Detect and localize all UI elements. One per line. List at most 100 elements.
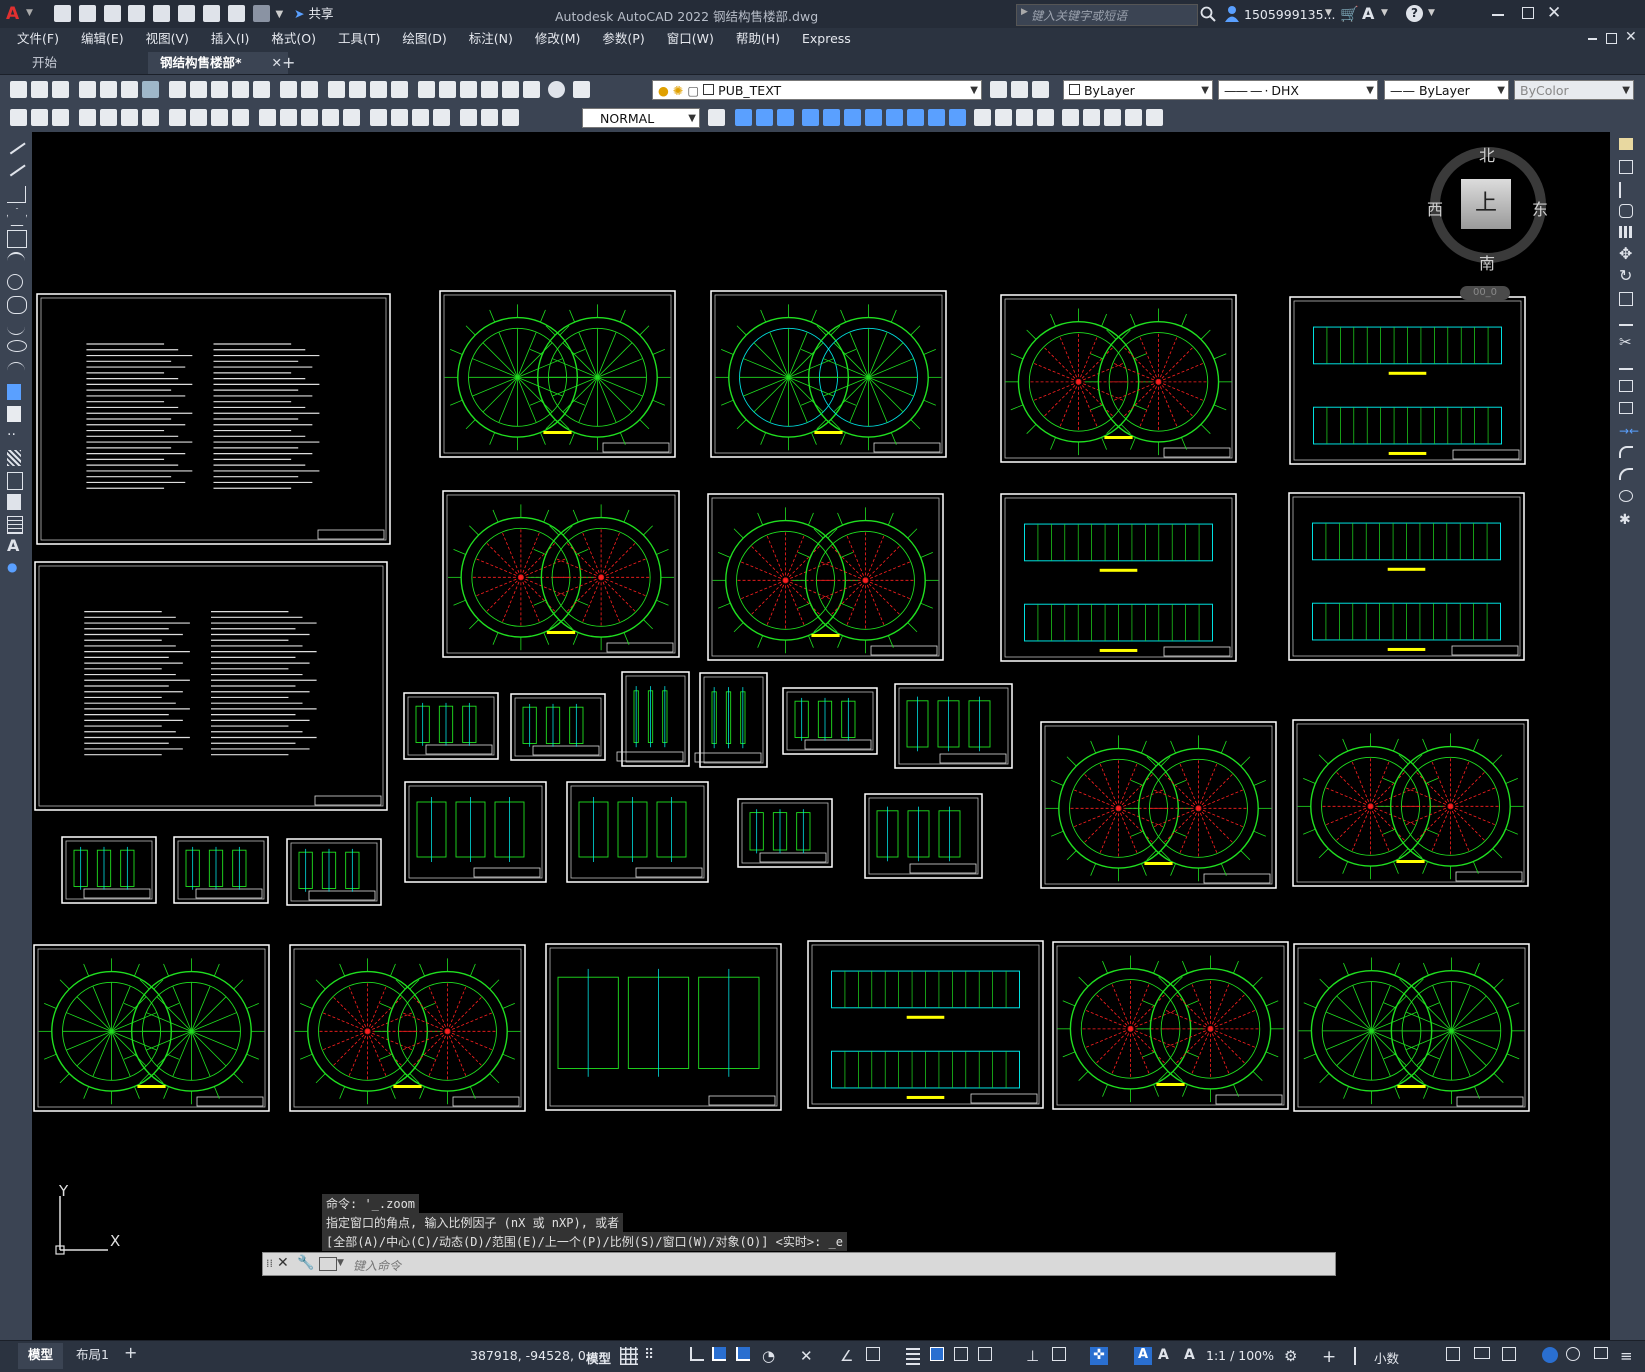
app-chevron-icon[interactable]: ▼ [1381,8,1388,18]
layer-dropdown[interactable]: ● ✺ ▢ PUB_TEXT ▼ [652,80,982,100]
plotstyle-dropdown[interactable]: ByColor ▼ [1514,80,1634,100]
stretch-icon[interactable] [1619,314,1633,326]
color-dropdown[interactable]: ByLayer ▼ [1063,80,1213,100]
continue-dim-icon[interactable] [301,109,318,126]
help-icon[interactable]: ? [1406,5,1423,22]
block-editor-icon[interactable] [253,81,270,98]
dim-break-icon[interactable] [343,109,360,126]
grid-icon[interactable] [620,1347,638,1365]
polar-tracking-icon[interactable]: ◔ [762,1347,780,1365]
pan-icon[interactable] [328,81,345,98]
quick-properties-icon[interactable] [1446,1347,1460,1361]
layer-properties-icon[interactable] [573,81,590,98]
help-tb-icon[interactable] [548,81,565,98]
search-box[interactable]: ▶ 键入关键字或短语 [1016,4,1198,26]
erase-icon[interactable] [1619,138,1633,150]
transparency-icon[interactable] [930,1347,944,1361]
publish-icon[interactable] [121,81,138,98]
center-mark-icon[interactable] [391,109,408,126]
trim-icon[interactable]: ✂ [1619,334,1637,350]
scale-icon[interactable] [1619,292,1633,306]
menu-edit[interactable]: 编辑(E) [70,28,135,50]
ordinate-dim-icon[interactable] [142,109,159,126]
rectangle-icon[interactable] [7,230,27,248]
draw-order-icon[interactable] [10,109,27,126]
dynamic-ucs-icon[interactable]: ⊥ [1026,1347,1044,1365]
revcloud-icon[interactable] [7,296,27,314]
3d-dwf-icon[interactable] [142,81,159,98]
copy-object-icon[interactable] [1619,160,1633,174]
menu-insert[interactable]: 插入(I) [200,28,260,50]
region-icon[interactable] [7,494,21,510]
layout-tab-model[interactable]: 模型 [18,1343,64,1369]
view-side-icon[interactable] [1104,109,1121,126]
menu-dimension[interactable]: 标注(N) [458,28,524,50]
cone-icon[interactable] [777,109,794,126]
menu-tools[interactable]: 工具(T) [327,28,391,50]
line-icon[interactable] [6,137,26,155]
menu-modify[interactable]: 修改(M) [524,28,592,50]
box-icon[interactable] [735,109,752,126]
extrude-icon[interactable] [802,109,819,126]
workspace-gear-icon[interactable]: ⚙ [1284,1347,1302,1365]
polyline-icon[interactable] [7,186,26,203]
undo-icon[interactable] [227,5,245,22]
inspection-icon[interactable] [412,109,429,126]
paste-icon[interactable] [211,81,228,98]
clean-screen-icon[interactable] [1594,1347,1608,1359]
wedge-icon[interactable] [756,109,773,126]
3d-osnap-icon[interactable] [978,1347,992,1361]
infer-constraints-icon[interactable] [690,1347,704,1361]
redo-tb-icon[interactable] [301,81,318,98]
new-icon[interactable] [10,81,27,98]
clean-screen-off-icon[interactable] [1566,1347,1580,1361]
baseline-dim-icon[interactable] [280,109,297,126]
zoom-window-icon[interactable] [370,81,387,98]
viewcube-east[interactable]: 东 [1532,196,1548,220]
workspace-icon[interactable] [52,109,69,126]
menu-draw[interactable]: 绘图(D) [391,28,457,50]
dim-edit-icon[interactable] [460,109,477,126]
tab-start[interactable]: 开始 [20,52,164,74]
make-block-icon[interactable] [7,406,21,422]
close-button[interactable]: ✕ [1547,3,1561,23]
visual-style-icon[interactable] [974,109,991,126]
app-menu-chevron-icon[interactable]: ▼ [26,8,33,18]
dynamic-input-icon[interactable] [712,1347,726,1361]
isolate-objects-icon[interactable] [1502,1347,1516,1361]
units-value[interactable]: 小数 [1374,1348,1399,1367]
named-views-icon[interactable] [1146,109,1163,126]
lights-icon[interactable] [1037,109,1054,126]
dim-space-icon[interactable] [322,109,339,126]
properties-icon[interactable] [418,81,435,98]
menu-view[interactable]: 视图(V) [135,28,200,50]
material-icon[interactable] [1016,109,1033,126]
make-current-layer-icon[interactable] [990,81,1007,98]
viewcube-south[interactable]: 南 [1479,250,1495,274]
open-from-web-icon[interactable] [153,5,171,22]
share-button[interactable]: ➤ 共享 [294,5,333,23]
linetype-dropdown[interactable]: —— — · DHX ▼ [1218,80,1378,100]
command-recent-chevron-icon[interactable]: ▼ [337,1258,344,1268]
linear-dim-icon[interactable] [79,109,96,126]
app-logo-icon[interactable]: A [6,4,28,24]
loft-icon[interactable] [865,109,882,126]
undo-tb-icon[interactable] [280,81,297,98]
menu-parametric[interactable]: 参数(P) [591,28,655,50]
design-center-icon[interactable] [439,81,456,98]
ucs-icon[interactable] [1062,109,1079,126]
save-to-web-icon[interactable] [178,5,196,22]
cart-icon[interactable]: 🛒 [1340,5,1359,23]
plot-icon[interactable] [202,5,220,22]
user-chevron-icon[interactable]: ▼ [1325,8,1332,18]
explode-icon[interactable]: ✱ [1619,512,1637,528]
add-selected-icon[interactable]: ● [7,560,25,576]
circle-icon[interactable] [7,274,23,290]
break-at-point-icon[interactable] [1619,380,1633,392]
menu-express[interactable]: Express [791,28,862,50]
jogged-dim-icon[interactable] [190,109,207,126]
view-front-icon[interactable] [1083,109,1100,126]
search-icon[interactable] [1200,6,1216,22]
add-layout-plus-icon[interactable]: + [124,1343,137,1362]
viewcube-north[interactable]: 北 [1479,142,1495,166]
